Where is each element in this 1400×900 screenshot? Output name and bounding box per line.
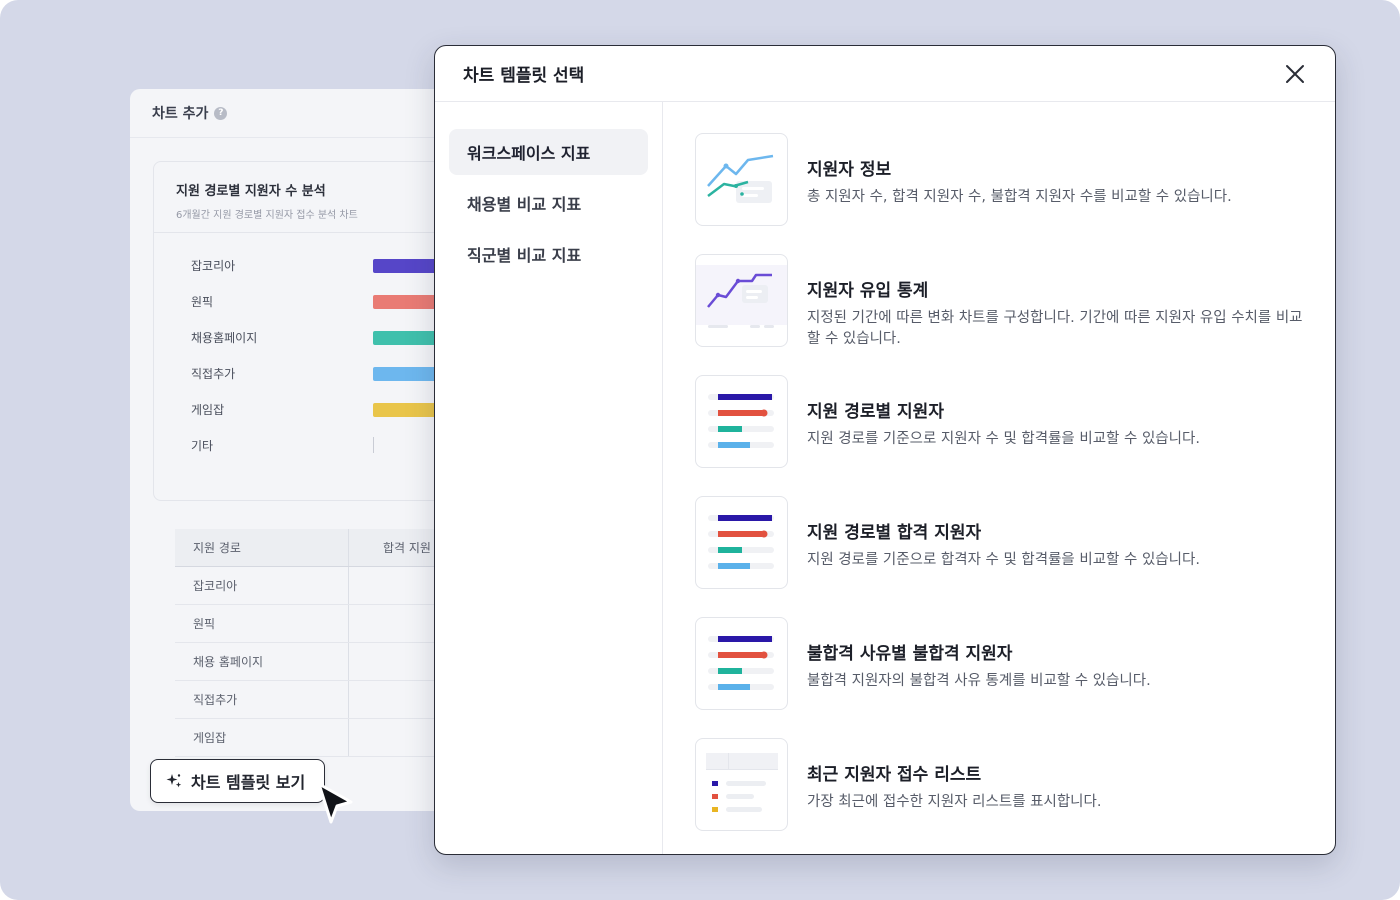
view-chart-templates-label: 차트 템플릿 보기	[191, 773, 306, 792]
trend-chart-icon	[696, 265, 787, 328]
table-cell: 원픽	[175, 605, 349, 642]
modal-body: 워크스페이스 지표 채용별 비교 지표 직군별 비교 지표 지원자 정보 총 지…	[435, 102, 1335, 854]
template-item-rejected-by-reason[interactable]: 불합격 사유별 불합격 지원자 불합격 지원자의 불합격 사유 통계를 비교할 …	[695, 617, 1303, 738]
bar-baseline	[373, 437, 374, 453]
bar-row: 원픽	[191, 293, 460, 309]
close-icon[interactable]	[1283, 62, 1307, 86]
bar-chart-icon	[708, 636, 774, 690]
template-thumbnail	[695, 496, 788, 589]
bar-label: 원픽	[191, 295, 214, 309]
divider	[154, 232, 460, 233]
template-description: 지원 경로를 기준으로 지원자 수 및 합격률을 비교할 수 있습니다.	[807, 431, 1200, 447]
bar-row: 잡코리아	[191, 257, 460, 273]
view-chart-templates-button[interactable]: 차트 템플릿 보기	[150, 759, 325, 803]
template-item-applicant-inflow[interactable]: 지원자 유입 통계 지정된 기간에 따른 변화 차트를 구성합니다. 기간에 따…	[695, 254, 1303, 375]
bar-row: 게임잡	[191, 401, 460, 417]
template-item-applicant-info[interactable]: 지원자 정보 총 지원자 수, 합격 지원자 수, 불합격 지원자 수를 비교할…	[695, 133, 1303, 254]
bar-row: 채용홈페이지	[191, 329, 460, 345]
template-description: 지원 경로를 기준으로 합격자 수 및 합격률을 비교할 수 있습니다.	[807, 552, 1200, 568]
template-title: 지원자 유입 통계	[807, 281, 929, 301]
modal-header: 차트 템플릿 선택	[435, 46, 1335, 102]
bar-label: 직접추가	[191, 367, 236, 381]
table-row: 게임잡	[175, 719, 460, 757]
table-row: 직접추가	[175, 681, 460, 719]
category-nav: 워크스페이스 지표 채용별 비교 지표 직군별 비교 지표	[435, 102, 663, 854]
template-title: 지원 경로별 합격 지원자	[807, 523, 982, 543]
template-description: 총 지원자 수, 합격 지원자 수, 불합격 지원자 수를 비교할 수 있습니다…	[807, 189, 1232, 205]
template-title: 최근 지원자 접수 리스트	[807, 765, 982, 785]
route-table: 지원 경로 합격 지원 잡코리아 20 원픽 12 채용 홈페이지 3 직접추가…	[175, 529, 460, 757]
chart-card-title: 지원 경로별 지원자 수 분석	[176, 184, 326, 199]
table-cell: 게임잡	[175, 719, 349, 756]
mouse-pointer-icon	[317, 782, 353, 824]
table-row: 채용 홈페이지 3	[175, 643, 460, 681]
bar-label: 잡코리아	[191, 259, 236, 273]
template-thumbnail	[695, 738, 788, 831]
chart-template-modal: 차트 템플릿 선택 워크스페이스 지표 채용별 비교 지표 직군별 비교 지표	[434, 45, 1336, 855]
template-thumbnail	[695, 375, 788, 468]
bar-chart-icon	[708, 515, 774, 569]
template-list: 지원자 정보 총 지원자 수, 합격 지원자 수, 불합격 지원자 수를 비교할…	[663, 102, 1335, 854]
template-description: 가장 최근에 접수한 지원자 리스트를 표시합니다.	[807, 794, 1102, 810]
list-icon	[706, 753, 778, 812]
chart-add-panel: 차트 추가 ? 지원 경로별 지원자 수 분석 6개월간 지원 경로별 지원자 …	[130, 89, 460, 811]
column-header: 지원 경로	[175, 529, 349, 566]
table-cell: 채용 홈페이지	[175, 643, 349, 680]
template-title: 불합격 사유별 불합격 지원자	[807, 644, 1013, 664]
template-thumbnail	[695, 133, 788, 226]
template-item-applicants-by-route[interactable]: 지원 경로별 지원자 지원 경로를 기준으로 지원자 수 및 합격률을 비교할 …	[695, 375, 1303, 496]
modal-title: 차트 템플릿 선택	[463, 66, 585, 86]
chart-add-header: 차트 추가 ?	[130, 89, 460, 138]
sparkle-icon	[166, 774, 182, 788]
template-description: 불합격 지원자의 불합격 사유 통계를 비교할 수 있습니다.	[807, 673, 1151, 689]
table-row: 원픽 12	[175, 605, 460, 643]
bar-row: 기타	[191, 437, 460, 453]
template-description: 지정된 기간에 따른 변화 차트를 구성합니다. 기간에 따른 지원자 유입 수…	[807, 310, 1303, 347]
template-title: 지원 경로별 지원자	[807, 402, 944, 422]
table-header: 지원 경로 합격 지원	[175, 529, 460, 567]
line-chart-icon	[707, 154, 774, 203]
help-icon[interactable]: ?	[214, 106, 228, 120]
table-cell: 잡코리아	[175, 567, 349, 604]
bar-row: 직접추가	[191, 365, 460, 381]
template-title: 지원자 정보	[807, 160, 892, 180]
bar-label: 채용홈페이지	[191, 331, 258, 345]
template-item-recent-applicants[interactable]: 최근 지원자 접수 리스트 가장 최근에 접수한 지원자 리스트를 표시합니다.	[695, 738, 1303, 854]
bar-label: 기타	[191, 439, 214, 453]
bar-label: 게임잡	[191, 403, 225, 417]
nav-item-workspace-metrics[interactable]: 워크스페이스 지표	[449, 129, 648, 175]
chart-card: 지원 경로별 지원자 수 분석 6개월간 지원 경로별 지원자 접수 분석 차트…	[153, 161, 460, 501]
template-item-passed-by-route[interactable]: 지원 경로별 합격 지원자 지원 경로를 기준으로 합격자 수 및 합격률을 비…	[695, 496, 1303, 617]
chart-add-title: 차트 추가	[152, 106, 209, 122]
chart-card-subtitle: 6개월간 지원 경로별 지원자 접수 분석 차트	[176, 210, 358, 221]
template-thumbnail	[695, 254, 788, 347]
nav-item-job-group-comparison[interactable]: 직군별 비교 지표	[449, 231, 648, 277]
nav-item-recruitment-comparison[interactable]: 채용별 비교 지표	[449, 180, 648, 226]
template-thumbnail	[695, 617, 788, 710]
bar-chart-icon	[708, 394, 774, 448]
background-stage: 차트 추가 ? 지원 경로별 지원자 수 분석 6개월간 지원 경로별 지원자 …	[0, 0, 1400, 900]
table-row: 잡코리아 20	[175, 567, 460, 605]
table-cell: 직접추가	[175, 681, 349, 718]
